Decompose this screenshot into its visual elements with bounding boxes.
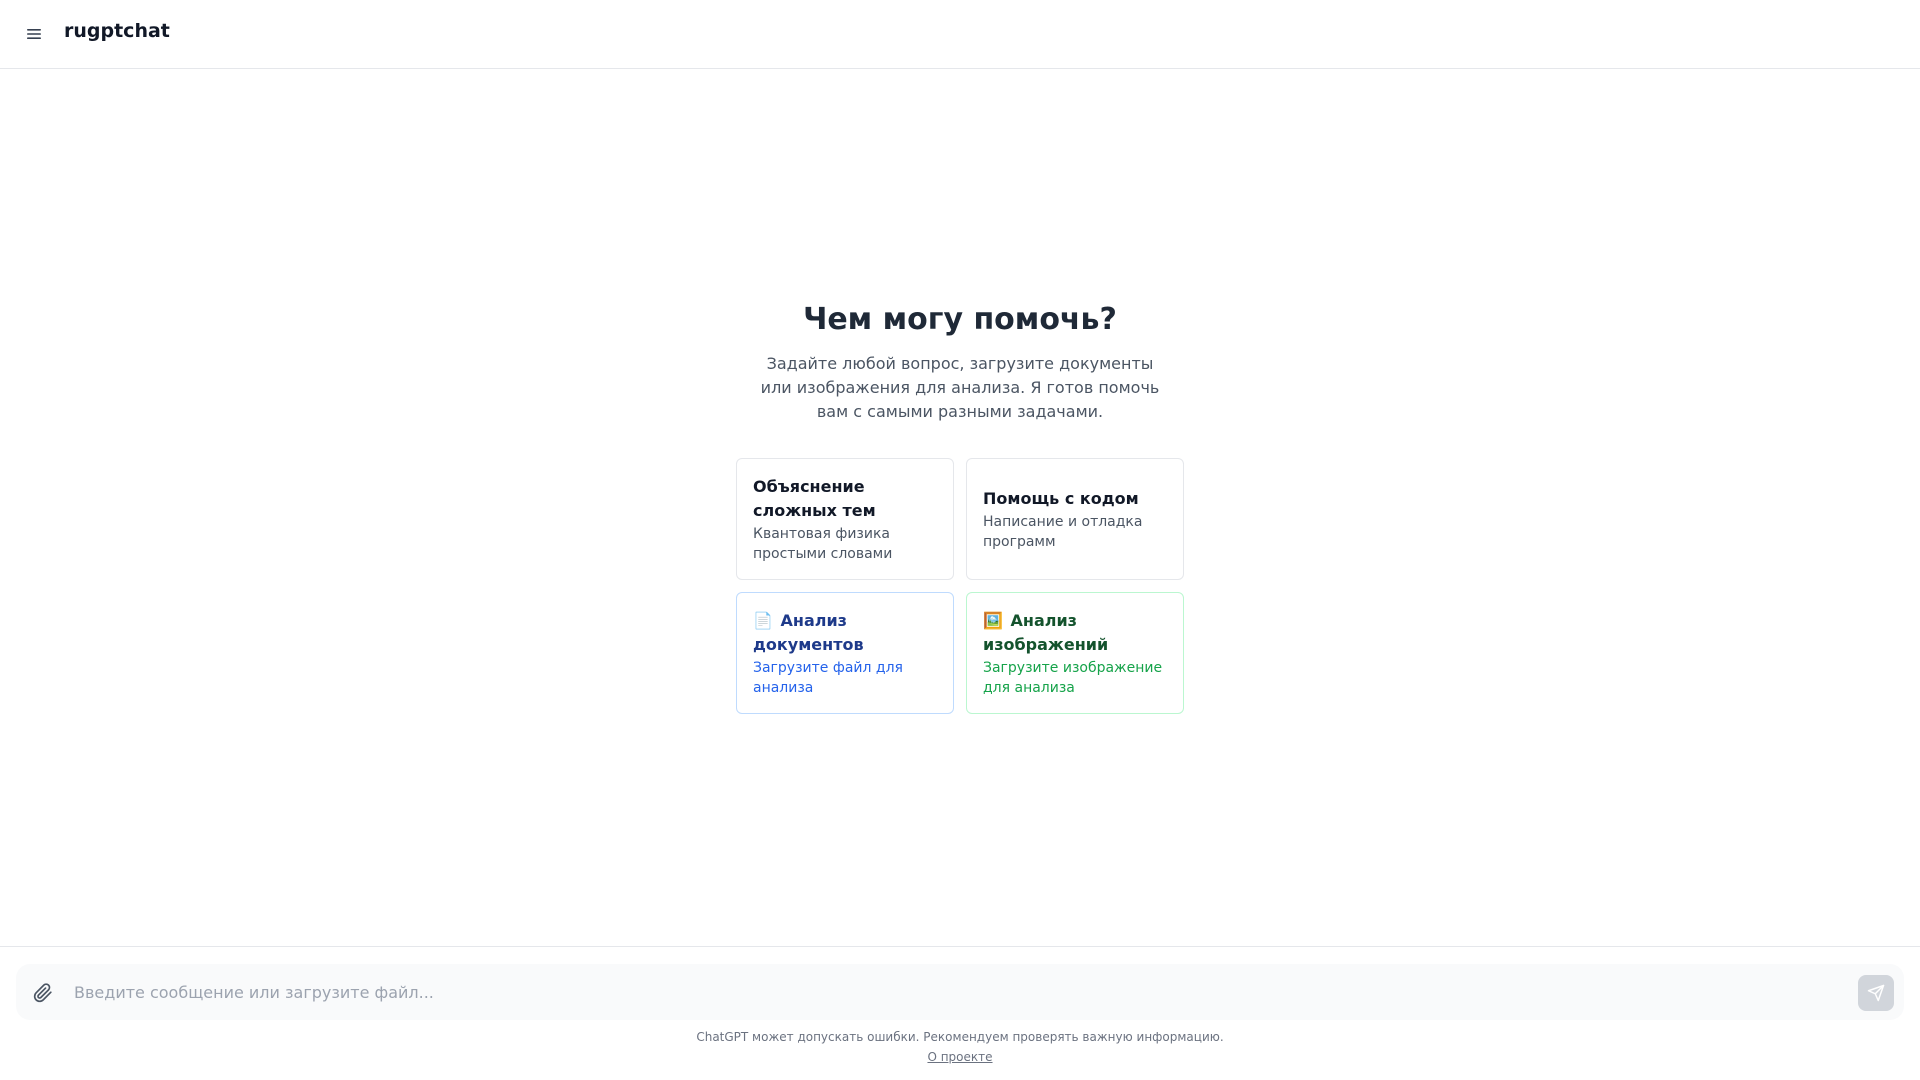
welcome-title: Чем могу помочь? — [803, 302, 1117, 337]
menu-button[interactable] — [18, 18, 50, 50]
suggestion-card-code-help[interactable]: Помощь с кодом Написание и отладка прогр… — [966, 458, 1184, 580]
suggestion-cards: Объяснение сложных тем Квантовая физика … — [736, 458, 1184, 714]
disclaimer-text: ChatGPT может допускать ошибки. Рекоменд… — [696, 1030, 1224, 1044]
attach-file-button[interactable] — [28, 978, 58, 1008]
suggestion-card-image-analysis[interactable]: 🖼️ Анализ изображений Загрузите изображе… — [966, 592, 1184, 714]
card-title: Объяснение сложных тем — [753, 476, 876, 520]
card-title: Помощь с кодом — [983, 488, 1139, 508]
app-title: rugptchat — [64, 20, 170, 42]
message-input[interactable] — [72, 972, 1832, 1012]
card-description: Квантовая физика простыми словами — [753, 525, 893, 562]
card-description: Загрузите файл для анализа — [753, 659, 903, 696]
hamburger-menu-icon — [27, 29, 41, 39]
paperclip-icon — [33, 983, 52, 1003]
welcome-section: Чем могу помочь? Задайте любой вопрос, з… — [0, 300, 1920, 424]
card-description: Написание и отладка программ — [983, 513, 1143, 550]
document-icon: 📄 — [753, 610, 773, 630]
suggestion-card-document-analysis[interactable]: 📄 Анализ документов Загрузите файл для а… — [736, 592, 954, 714]
suggestion-card-complex-topics[interactable]: Объяснение сложных тем Квантовая физика … — [736, 458, 954, 580]
send-icon — [1867, 984, 1885, 1002]
composer-area: ChatGPT может допускать ошибки. Рекоменд… — [0, 946, 1920, 1080]
about-project-link[interactable]: О проекте — [927, 1050, 992, 1064]
welcome-subtitle: Задайте любой вопрос, загрузите документ… — [760, 354, 1160, 421]
send-button[interactable] — [1858, 975, 1894, 1011]
app-header: rugptchat — [0, 0, 1920, 69]
card-description: Загрузите изображение для анализа — [983, 659, 1163, 696]
message-composer — [16, 964, 1904, 1020]
image-icon: 🖼️ — [983, 610, 1003, 630]
